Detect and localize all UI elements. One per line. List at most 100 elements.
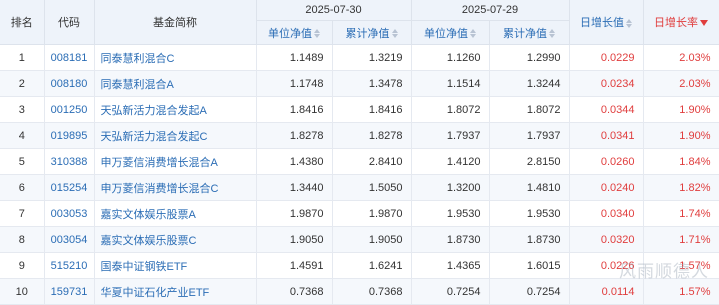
table-row: 7 003053 嘉实文体娱乐股票A 1.9870 1.9870 1.9530 1.9530… xyxy=(0,200,719,227)
header-acc-nav-previous[interactable]: 累计净值 xyxy=(489,20,570,45)
table-row: 2 008180 同泰慧利混合A 1.1748 1.3478 1.1514 1.3244 0.… xyxy=(0,70,719,97)
cell-acc-nav-previous: 1.7937 xyxy=(489,122,570,149)
cell-unit-nav-current: 1.1489 xyxy=(256,44,333,71)
table-row: 6 015254 申万菱信消费增长混合C 1.3440 1.5050 1.3200 1.48… xyxy=(0,174,719,201)
cell-acc-nav-previous: 1.6015 xyxy=(489,252,570,279)
cell-daily-rate: 1.71% xyxy=(643,226,719,253)
cell-fund-name-link[interactable]: 嘉实文体娱乐股票A xyxy=(94,200,257,227)
cell-unit-nav-current: 1.1748 xyxy=(256,70,333,97)
cell-acc-nav-current: 1.3219 xyxy=(332,44,412,71)
cell-rank: 6 xyxy=(0,174,45,201)
header-unit-nav-current[interactable]: 单位净值 xyxy=(256,20,333,45)
cell-unit-nav-current: 0.7368 xyxy=(256,278,333,305)
cell-unit-nav-previous: 1.1260 xyxy=(411,44,490,71)
cell-rank: 5 xyxy=(0,148,45,175)
cell-acc-nav-previous: 0.7254 xyxy=(489,278,570,305)
header-date-previous: 2025-07-29 xyxy=(411,0,570,21)
fund-ranking-table: 排名 代码 基金简称 2025-07-30 2025-07-29 日增长值 日增… xyxy=(0,0,719,305)
table-body: 1 008181 同泰慧利混合C 1.1489 1.3219 1.1260 1.2990 0.… xyxy=(0,44,719,305)
cell-daily-rate: 1.57% xyxy=(643,278,719,305)
table-row: 4 019895 天弘新活力混合发起C 1.8278 1.8278 1.7937 1.793… xyxy=(0,122,719,149)
header-code: 代码 xyxy=(44,0,95,45)
cell-fund-name-link[interactable]: 申万菱信消费增长混合A xyxy=(94,148,257,175)
cell-unit-nav-previous: 1.4365 xyxy=(411,252,490,279)
cell-code-link[interactable]: 310388 xyxy=(44,148,95,175)
table-row: 3 001250 天弘新活力混合发起A 1.8416 1.8416 1.8072 1.807… xyxy=(0,96,719,123)
sort-icon xyxy=(391,29,398,39)
cell-fund-name-link[interactable]: 天弘新活力混合发起C xyxy=(94,122,257,149)
cell-daily-change: 0.0340 xyxy=(569,200,644,227)
cell-code-link[interactable]: 001250 xyxy=(44,96,95,123)
cell-unit-nav-current: 1.4591 xyxy=(256,252,333,279)
cell-fund-name-link[interactable]: 同泰慧利混合C xyxy=(94,44,257,71)
cell-unit-nav-previous: 1.8730 xyxy=(411,226,490,253)
cell-unit-nav-current: 1.3440 xyxy=(256,174,333,201)
cell-acc-nav-current: 1.9050 xyxy=(332,226,412,253)
cell-code-link[interactable]: 008180 xyxy=(44,70,95,97)
cell-acc-nav-current: 1.8278 xyxy=(332,122,412,149)
table-row: 9 515210 国泰中证钢铁ETF 1.4591 1.6241 1.4365 1.6015… xyxy=(0,252,719,279)
cell-daily-change: 0.0240 xyxy=(569,174,644,201)
header-unit-nav-label: 单位净值 xyxy=(268,27,312,40)
cell-fund-name-link[interactable]: 华夏中证石化产业ETF xyxy=(94,278,257,305)
cell-fund-name-link[interactable]: 国泰中证钢铁ETF xyxy=(94,252,257,279)
header-acc-nav-label: 累计净值 xyxy=(345,27,390,40)
cell-rank: 9 xyxy=(0,252,45,279)
cell-daily-rate: 1.84% xyxy=(643,148,719,175)
cell-unit-nav-current: 1.9870 xyxy=(256,200,333,227)
cell-acc-nav-previous: 1.8072 xyxy=(489,96,570,123)
cell-acc-nav-previous: 1.9530 xyxy=(489,200,570,227)
cell-fund-name-link[interactable]: 天弘新活力混合发起A xyxy=(94,96,257,123)
cell-fund-name-link[interactable]: 嘉实文体娱乐股票C xyxy=(94,226,257,253)
cell-acc-nav-current: 1.3478 xyxy=(332,70,412,97)
cell-code-link[interactable]: 159731 xyxy=(44,278,95,305)
cell-daily-rate: 2.03% xyxy=(643,70,719,97)
cell-daily-rate: 1.74% xyxy=(643,200,719,227)
cell-acc-nav-current: 1.5050 xyxy=(332,174,412,201)
header-daily-rate[interactable]: 日增长率 xyxy=(643,0,719,45)
cell-acc-nav-previous: 1.3244 xyxy=(489,70,570,97)
table-row: 5 310388 申万菱信消费增长混合A 1.4380 2.8410 1.4120 2.81… xyxy=(0,148,719,175)
cell-daily-change: 0.0260 xyxy=(569,148,644,175)
cell-daily-change: 0.0341 xyxy=(569,122,644,149)
header-acc-nav-current[interactable]: 累计净值 xyxy=(332,20,412,45)
cell-code-link[interactable]: 003054 xyxy=(44,226,95,253)
cell-daily-rate: 1.90% xyxy=(643,96,719,123)
header-rank: 排名 xyxy=(0,0,45,45)
cell-unit-nav-previous: 1.4120 xyxy=(411,148,490,175)
cell-unit-nav-previous: 0.7254 xyxy=(411,278,490,305)
sort-desc-icon xyxy=(700,20,708,27)
cell-unit-nav-current: 1.9050 xyxy=(256,226,333,253)
header-daily-rate-label: 日增长率 xyxy=(654,17,698,29)
cell-unit-nav-current: 1.8278 xyxy=(256,122,333,149)
cell-code-link[interactable]: 008181 xyxy=(44,44,95,71)
cell-daily-rate: 1.82% xyxy=(643,174,719,201)
cell-rank: 10 xyxy=(0,278,45,305)
watermark: 风雨顺德人 xyxy=(619,262,709,282)
table-row: 10 159731 华夏中证石化产业ETF 0.7368 0.7368 0.7254 0.7… xyxy=(0,278,719,305)
cell-fund-name-link[interactable]: 申万菱信消费增长混合C xyxy=(94,174,257,201)
header-unit-nav-previous[interactable]: 单位净值 xyxy=(411,20,490,45)
table-row: 8 003054 嘉实文体娱乐股票C 1.9050 1.9050 1.8730 1.8730… xyxy=(0,226,719,253)
cell-rank: 4 xyxy=(0,122,45,149)
cell-rank: 7 xyxy=(0,200,45,227)
cell-acc-nav-current: 1.8416 xyxy=(332,96,412,123)
cell-acc-nav-previous: 1.8730 xyxy=(489,226,570,253)
header-unit-nav-label: 单位净值 xyxy=(424,27,468,40)
cell-code-link[interactable]: 515210 xyxy=(44,252,95,279)
table-row: 1 008181 同泰慧利混合C 1.1489 1.3219 1.1260 1.2990 0.… xyxy=(0,44,719,71)
cell-acc-nav-previous: 2.8150 xyxy=(489,148,570,175)
cell-code-link[interactable]: 015254 xyxy=(44,174,95,201)
cell-code-link[interactable]: 019895 xyxy=(44,122,95,149)
sort-icon xyxy=(314,29,320,39)
cell-rank: 1 xyxy=(0,44,45,71)
cell-daily-change: 0.0234 xyxy=(569,70,644,97)
cell-fund-name-link[interactable]: 同泰慧利混合A xyxy=(94,70,257,97)
header-daily-change[interactable]: 日增长值 xyxy=(569,0,644,45)
cell-rank: 2 xyxy=(0,70,45,97)
cell-acc-nav-previous: 1.2990 xyxy=(489,44,570,71)
cell-acc-nav-previous: 1.4810 xyxy=(489,174,570,201)
cell-code-link[interactable]: 003053 xyxy=(44,200,95,227)
cell-daily-change: 0.0114 xyxy=(569,278,644,305)
cell-unit-nav-previous: 1.7937 xyxy=(411,122,490,149)
